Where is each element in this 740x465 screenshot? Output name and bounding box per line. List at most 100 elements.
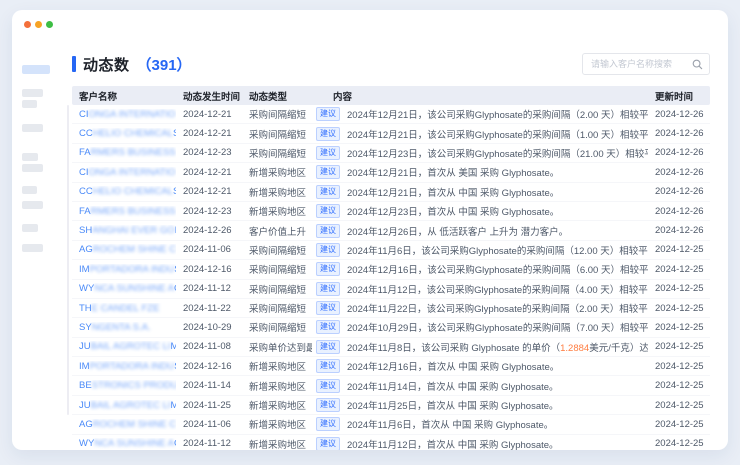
redacted-name-segment: ROCHEM SHINE C bbox=[93, 244, 176, 255]
customer-name-link[interactable]: WYNCA SUNSHINE AGRIC ... bbox=[72, 283, 176, 294]
suggestion-badge[interactable]: 建议 bbox=[316, 262, 340, 276]
content-text: 2024年11月14日，首次从 中国 采购 Glyphosate。 bbox=[347, 379, 559, 393]
suggestion-badge[interactable]: 建议 bbox=[316, 417, 340, 431]
event-date: 2024-12-16 bbox=[176, 361, 242, 372]
suggestion-badge[interactable]: 建议 bbox=[316, 146, 340, 160]
redacted-name-segment: RMERS BUSINESS bbox=[91, 206, 176, 217]
customer-name-link[interactable]: SHANGHAI EVER GOINTER... bbox=[72, 225, 176, 236]
sidebar-item[interactable] bbox=[22, 201, 43, 209]
customer-name-link[interactable]: FARMERS BUSINESSNET... bbox=[72, 206, 176, 217]
suggestion-badge[interactable]: 建议 bbox=[316, 437, 340, 450]
content-cell: 建议 2024年12月21日，该公司采购Glyphosate的采购间隔（1.00 … bbox=[312, 127, 648, 141]
suggestion-badge[interactable]: 建议 bbox=[316, 107, 340, 121]
suggestion-badge[interactable]: 建议 bbox=[316, 282, 340, 296]
event-date: 2024-12-16 bbox=[176, 264, 242, 275]
suggestion-badge[interactable]: 建议 bbox=[316, 359, 340, 373]
suggestion-badge[interactable]: 建议 bbox=[316, 379, 340, 393]
column-header-type: 动态类型 bbox=[242, 89, 312, 103]
table-row: AGROCHEM SHINE COMPA...2024-11-06新增采购地区建… bbox=[72, 415, 710, 434]
suggestion-badge[interactable]: 建议 bbox=[316, 340, 340, 354]
sidebar-item[interactable] bbox=[22, 153, 38, 161]
customer-name-link[interactable]: AGROCHEM SHINE COMPA... bbox=[72, 419, 176, 430]
customer-name-link[interactable]: FARMERS BUSINESSNET... bbox=[72, 147, 176, 158]
redacted-name-segment: ANGHAI EVER GO bbox=[92, 225, 174, 236]
record-count: （391） bbox=[137, 54, 192, 75]
sidebar-item[interactable] bbox=[22, 124, 43, 132]
column-header-updated: 更新时间 bbox=[648, 89, 710, 103]
content-cell: 建议2024年11月25日，首次从 中国 采购 Glyphosate。 bbox=[312, 398, 648, 412]
sidebar-item[interactable] bbox=[22, 100, 37, 108]
content-text: 2024年11月8日，该公司采购 Glyphosate 的单价（1.2884美元… bbox=[347, 340, 648, 354]
window-maximize-icon[interactable] bbox=[46, 21, 53, 28]
content-cell: 建议2024年11月12日，首次从 中国 采购 Glyphosate。 bbox=[312, 437, 648, 450]
customer-name-link[interactable]: CCHELIO CHEMICALS LLC bbox=[72, 186, 176, 197]
updated-date: 2024-12-25 bbox=[648, 322, 710, 333]
content-text: 2024年11月22日，该公司采购Glyphosate的采购间隔（2.00 天）… bbox=[347, 301, 648, 315]
search-input[interactable] bbox=[582, 53, 710, 75]
suggestion-badge[interactable]: 建议 bbox=[316, 243, 340, 257]
event-date: 2024-12-21 bbox=[176, 186, 242, 197]
updated-date: 2024-12-25 bbox=[648, 380, 710, 391]
suggestion-badge[interactable]: 建议 bbox=[316, 224, 340, 238]
updated-date: 2024-12-26 bbox=[648, 225, 710, 236]
content-text: 2024年10月29日，该公司采购Glyphosate的采购间隔（7.00 天）… bbox=[347, 320, 648, 334]
customer-name-link[interactable]: IMPORTADORA INDUSTRIA... bbox=[72, 264, 176, 275]
suggestion-badge[interactable]: 建议 bbox=[316, 301, 340, 315]
dynamic-type: 新增采购地区 bbox=[242, 165, 312, 179]
suggestion-badge[interactable]: 建议 bbox=[316, 127, 340, 141]
event-date: 2024-11-14 bbox=[176, 380, 242, 391]
updated-date: 2024-12-26 bbox=[648, 206, 710, 217]
search-box bbox=[582, 53, 710, 75]
content-text: 2024年12月23日，该公司采购Glyphosate的采购间隔（21.00 天… bbox=[347, 146, 648, 160]
customer-name-link[interactable]: CCHELIO CHEMICALS LLC bbox=[72, 128, 176, 139]
customer-name-link[interactable]: JUBAIL AGROTEC LIMITED bbox=[72, 400, 176, 411]
search-icon[interactable] bbox=[692, 59, 703, 70]
dynamic-type: 采购间隔缩短 bbox=[242, 282, 312, 296]
updated-date: 2024-12-25 bbox=[648, 438, 710, 449]
updated-date: 2024-12-26 bbox=[648, 147, 710, 158]
suggestion-badge[interactable]: 建议 bbox=[316, 320, 340, 334]
customer-name-link[interactable]: THE CANDEL FZE bbox=[72, 303, 176, 314]
table-row: FARMERS BUSINESSNET...2024-12-23新增采购地区建议… bbox=[72, 202, 710, 221]
redacted-name-segment: ROCHEM SHINE C bbox=[93, 419, 176, 430]
customer-name-link[interactable]: SYNGENTA S.A. bbox=[72, 322, 176, 333]
sidebar-item[interactable] bbox=[22, 89, 43, 97]
content-text: 2024年12月21日，该公司采购Glyphosate的采购间隔（1.00 天）… bbox=[347, 127, 648, 141]
customer-name-link[interactable]: WYNCA SUNSHINE AGRIC ... bbox=[72, 438, 176, 449]
dynamic-type: 采购间隔缩短 bbox=[242, 301, 312, 315]
content-text: 2024年12月23日，首次从 中国 采购 Glyphosate。 bbox=[347, 204, 559, 218]
window-minimize-icon[interactable] bbox=[35, 21, 42, 28]
sidebar-item[interactable] bbox=[22, 244, 43, 252]
dynamic-type: 采购单价达到最低值 bbox=[242, 340, 312, 354]
customer-name-link[interactable]: CIONGA INTERNATIONAL L... bbox=[72, 109, 176, 120]
customer-name-link[interactable]: AGROCHEM SHINE COMPA... bbox=[72, 244, 176, 255]
suggestion-badge[interactable]: 建议 bbox=[316, 204, 340, 218]
updated-date: 2024-12-25 bbox=[648, 264, 710, 275]
event-date: 2024-11-12 bbox=[176, 438, 242, 449]
sidebar-item[interactable] bbox=[22, 186, 37, 194]
content-text: 2024年12月26日，从 低活跃客户 上升为 潜力客户。 bbox=[347, 224, 568, 238]
column-header-content: 内容 bbox=[312, 89, 648, 103]
customer-name-link[interactable]: CIONGA INTERNATIONAL L... bbox=[72, 167, 176, 178]
sidebar-item-active[interactable] bbox=[22, 65, 50, 74]
customer-name-link[interactable]: BESTRONICS PRODUCTIO... bbox=[72, 380, 176, 391]
event-date: 2024-10-29 bbox=[176, 322, 242, 333]
suggestion-badge[interactable]: 建议 bbox=[316, 398, 340, 412]
customer-name-link[interactable]: IMPORTADORA INDUSTRIA... bbox=[72, 361, 176, 372]
suggestion-badge[interactable]: 建议 bbox=[316, 185, 340, 199]
event-date: 2024-11-25 bbox=[176, 400, 242, 411]
window-close-icon[interactable] bbox=[24, 21, 31, 28]
dynamic-type: 采购间隔缩短 bbox=[242, 107, 312, 121]
redacted-name-segment: PORTADORA INDU bbox=[90, 264, 175, 275]
sidebar-item[interactable] bbox=[22, 224, 38, 232]
suggestion-badge[interactable]: 建议 bbox=[316, 165, 340, 179]
page-title: 动态数 bbox=[83, 54, 130, 75]
content-cell: 建议2024年11月6日，首次从 中国 采购 Glyphosate。 bbox=[312, 417, 648, 431]
table-row: WYNCA SUNSHINE AGRIC ...2024-11-12新增采购地区… bbox=[72, 435, 710, 450]
redacted-name-segment: PORTADORA INDU bbox=[90, 361, 175, 372]
customer-name-link[interactable]: JUBAIL AGROTEC LIMITED bbox=[72, 341, 176, 352]
sidebar-item[interactable] bbox=[22, 164, 43, 172]
dynamic-type: 采购间隔缩短 bbox=[242, 243, 312, 257]
content-text: 2024年12月21日，该公司采购Glyphosate的采购间隔（2.00 天）… bbox=[347, 107, 648, 121]
content-cell: 建议2024年12月21日，首次从 中国 采购 Glyphosate。 bbox=[312, 185, 648, 199]
